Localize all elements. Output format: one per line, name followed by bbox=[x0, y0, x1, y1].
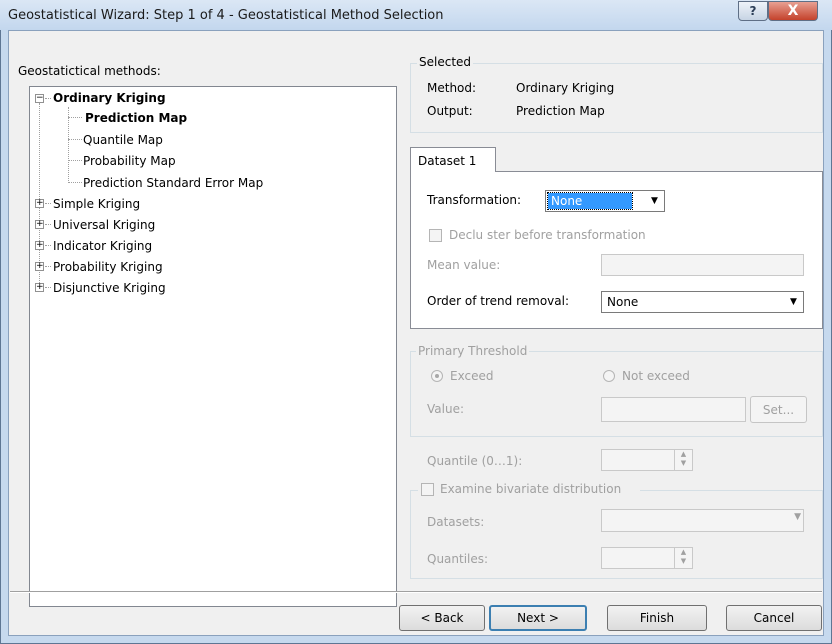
expand-icon[interactable]: + bbox=[35, 220, 44, 229]
window-title: Geostatistical Wizard: Step 1 of 4 - Geo… bbox=[8, 8, 444, 23]
tree-item-simple-kriging[interactable]: Simple Kriging bbox=[53, 194, 140, 214]
transformation-label: Transformation: bbox=[427, 193, 522, 207]
tree-item-probability-map[interactable]: Probability Map bbox=[83, 151, 176, 171]
decluster-checkbox[interactable] bbox=[429, 229, 442, 242]
trend-value: None bbox=[607, 295, 639, 309]
tree-item-universal-kriging[interactable]: Universal Kriging bbox=[53, 215, 155, 235]
tab-dataset-1[interactable]: Dataset 1 bbox=[410, 147, 496, 172]
finish-button[interactable]: Finish bbox=[607, 605, 707, 631]
mean-value-input[interactable] bbox=[601, 254, 804, 276]
tree-item-indicator-kriging[interactable]: Indicator Kriging bbox=[53, 236, 152, 256]
bivariate-label: Examine bivariate distribution bbox=[440, 482, 622, 496]
tree-connector bbox=[68, 139, 82, 140]
expand-icon[interactable]: + bbox=[35, 262, 44, 271]
tree-connector bbox=[45, 245, 51, 246]
close-icon: X bbox=[787, 3, 799, 19]
spin-arrows-icon[interactable]: ▲ ▼ bbox=[674, 548, 692, 568]
datasets-label: Datasets: bbox=[427, 515, 485, 529]
close-button[interactable]: X bbox=[768, 1, 818, 21]
chevron-down-icon: ▼ bbox=[651, 196, 658, 206]
transformation-value: None bbox=[547, 192, 633, 210]
not-exceed-radio[interactable] bbox=[603, 370, 615, 382]
set-button-label: Set... bbox=[762, 402, 795, 417]
method-value: Ordinary Kriging bbox=[516, 81, 615, 95]
not-exceed-label: Not exceed bbox=[622, 369, 690, 383]
selected-group bbox=[410, 63, 823, 133]
next-button[interactable]: Next > bbox=[489, 605, 587, 631]
trend-select[interactable]: None ▼ bbox=[601, 291, 804, 313]
decluster-label: Declu ster before transformation bbox=[449, 228, 646, 242]
tab-label: Dataset 1 bbox=[418, 154, 477, 168]
cancel-button-label: Cancel bbox=[753, 611, 795, 625]
methods-label: Geostatictical methods: bbox=[18, 64, 161, 78]
selected-group-label: Selected bbox=[417, 55, 474, 69]
title-bar[interactable]: Geostatistical Wizard: Step 1 of 4 - Geo… bbox=[0, 0, 832, 30]
datasets-select[interactable]: ▼ bbox=[601, 509, 804, 532]
output-value: Prediction Map bbox=[516, 104, 605, 118]
output-label: Output: bbox=[427, 104, 473, 118]
tree-connector bbox=[45, 266, 51, 267]
mean-value-label: Mean value: bbox=[427, 258, 501, 272]
threshold-value-input[interactable] bbox=[601, 397, 746, 422]
chevron-down-icon: ▼ bbox=[790, 297, 797, 307]
quantile-label: Quantile (0…1): bbox=[427, 454, 523, 468]
transformation-select[interactable]: None ▼ bbox=[545, 190, 665, 212]
back-button[interactable]: < Back bbox=[399, 605, 485, 631]
trend-label: Order of trend removal: bbox=[427, 294, 570, 308]
exceed-radio[interactable] bbox=[431, 370, 443, 382]
threshold-value-label: Value: bbox=[427, 402, 464, 416]
tree-item-prediction-standard-error-map[interactable]: Prediction Standard Error Map bbox=[83, 173, 263, 193]
set-button[interactable]: Set... bbox=[750, 396, 807, 423]
tree-item-disjunctive-kriging[interactable]: Disjunctive Kriging bbox=[53, 278, 166, 298]
method-label: Method: bbox=[427, 81, 477, 95]
tree-item-ordinary-kriging[interactable]: Ordinary Kriging bbox=[53, 88, 166, 108]
primary-threshold-group bbox=[410, 351, 823, 437]
expand-icon[interactable]: + bbox=[35, 283, 44, 292]
tree-connector bbox=[45, 287, 51, 288]
tree-connector bbox=[68, 107, 69, 183]
quantiles-label: Quantiles: bbox=[427, 552, 489, 566]
methods-tree[interactable]: − Ordinary Kriging Prediction Map Quanti… bbox=[29, 86, 397, 607]
spin-arrows-icon[interactable]: ▲ ▼ bbox=[674, 450, 692, 470]
tree-connector bbox=[68, 117, 82, 118]
expand-icon[interactable]: + bbox=[35, 241, 44, 250]
tree-item-quantile-map[interactable]: Quantile Map bbox=[83, 130, 163, 150]
exceed-label: Exceed bbox=[450, 369, 494, 383]
tree-connector bbox=[45, 203, 51, 204]
expand-icon[interactable]: + bbox=[35, 199, 44, 208]
tree-connector bbox=[45, 224, 51, 225]
bivariate-checkbox[interactable] bbox=[421, 483, 434, 496]
back-button-label: < Back bbox=[420, 611, 464, 625]
help-icon: ? bbox=[749, 4, 757, 18]
tree-connector bbox=[68, 160, 82, 161]
tree-item-probability-kriging[interactable]: Probability Kriging bbox=[53, 257, 163, 277]
next-button-label: Next > bbox=[517, 611, 559, 625]
tree-item-prediction-map[interactable]: Prediction Map bbox=[83, 108, 189, 128]
finish-button-label: Finish bbox=[639, 611, 675, 625]
primary-threshold-label: Primary Threshold bbox=[416, 344, 530, 358]
chevron-down-icon: ▼ bbox=[794, 512, 801, 522]
quantiles-stepper[interactable]: ▲ ▼ bbox=[601, 547, 693, 569]
help-button[interactable]: ? bbox=[738, 1, 768, 21]
quantile-stepper[interactable]: ▲ ▼ bbox=[601, 449, 693, 471]
tree-connector bbox=[45, 98, 51, 99]
tree-connector bbox=[68, 182, 82, 183]
footer-separator bbox=[10, 591, 822, 593]
cancel-button[interactable]: Cancel bbox=[726, 605, 822, 631]
collapse-icon[interactable]: − bbox=[35, 94, 44, 103]
